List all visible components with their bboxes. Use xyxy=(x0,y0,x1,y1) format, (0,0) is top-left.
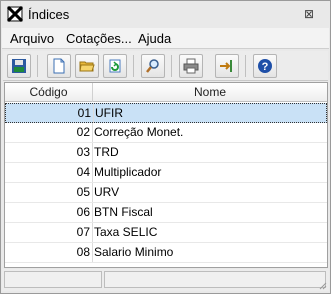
table-row[interactable]: 08 Salario Minimo xyxy=(5,243,327,263)
table-row[interactable]: 04 Multiplicador xyxy=(5,163,327,183)
status-bar xyxy=(2,269,329,291)
cell-nome: BTN Fiscal xyxy=(94,205,153,219)
open-folder-icon[interactable] xyxy=(75,54,99,78)
cell-divider xyxy=(92,143,93,162)
help-icon[interactable]: ? xyxy=(253,54,277,78)
cell-nome: Taxa SELIC xyxy=(94,225,158,239)
menu-ajuda[interactable]: Ajuda xyxy=(138,31,171,46)
cell-codigo: 01 xyxy=(77,106,91,120)
cell-nome: Salario Minimo xyxy=(94,245,174,259)
table-row[interactable]: 01 UFIR xyxy=(5,103,327,123)
column-header-codigo[interactable]: Código xyxy=(5,83,93,102)
table-row[interactable]: 02 Correção Monet. xyxy=(5,123,327,143)
table-row[interactable]: 03 TRD xyxy=(5,143,327,163)
cell-divider xyxy=(92,243,93,262)
cell-nome: URV xyxy=(94,185,120,199)
column-header-nome[interactable]: Nome xyxy=(93,83,327,102)
cell-codigo: 05 xyxy=(76,185,90,199)
toolbar-separator xyxy=(171,55,172,77)
cell-nome: UFIR xyxy=(95,106,123,120)
menu-arquivo[interactable]: Arquivo xyxy=(10,31,54,46)
cell-codigo: 02 xyxy=(76,125,90,139)
table-row[interactable]: 05 URV xyxy=(5,183,327,203)
grid-header: Código Nome xyxy=(5,83,327,102)
cell-divider xyxy=(93,104,94,123)
toolbar-separator xyxy=(245,55,246,77)
menu-bar: Arquivo Cotações... Ajuda xyxy=(2,28,329,49)
title-bar[interactable]: Índices ⊠ xyxy=(1,1,330,27)
svg-text:?: ? xyxy=(262,61,269,73)
cell-codigo: 04 xyxy=(76,165,90,179)
toolbar-separator xyxy=(37,55,38,77)
toolbar-separator xyxy=(133,55,134,77)
status-panel-left xyxy=(4,271,102,288)
cell-divider xyxy=(92,123,93,142)
cell-nome: Multiplicador xyxy=(94,165,162,179)
indices-window: Índices ⊠ Arquivo Cotações... Ajuda ? Có… xyxy=(0,0,331,294)
cell-codigo: 08 xyxy=(76,245,90,259)
table-row[interactable]: 06 BTN Fiscal xyxy=(5,203,327,223)
cell-divider xyxy=(92,163,93,182)
import-arrow-icon[interactable] xyxy=(215,54,239,78)
print-icon[interactable] xyxy=(179,54,203,78)
cell-divider xyxy=(92,183,93,202)
cell-divider xyxy=(92,223,93,242)
refresh-icon[interactable] xyxy=(103,54,127,78)
close-icon[interactable]: ⊠ xyxy=(302,7,316,21)
new-document-icon[interactable] xyxy=(47,54,71,78)
search-magnifier-icon[interactable] xyxy=(141,54,165,78)
cell-nome: TRD xyxy=(94,145,119,159)
cell-nome: Correção Monet. xyxy=(94,125,184,139)
window-title: Índices xyxy=(28,7,70,22)
cell-codigo: 03 xyxy=(76,145,90,159)
app-logo-icon xyxy=(6,5,24,23)
status-panel-right xyxy=(104,271,326,288)
toolbar: ? xyxy=(3,51,328,81)
cell-codigo: 07 xyxy=(76,225,90,239)
table-row[interactable]: 07 Taxa SELIC xyxy=(5,223,327,243)
indices-grid: Código Nome 01 UFIR 02 Correção Monet. 03 TRD… xyxy=(4,82,328,268)
save-disk-icon[interactable] xyxy=(7,54,31,78)
resize-grip-icon[interactable] xyxy=(317,279,327,290)
cell-divider xyxy=(92,203,93,222)
menu-cotacoes[interactable]: Cotações... xyxy=(66,31,132,46)
cell-codigo: 06 xyxy=(76,205,90,219)
